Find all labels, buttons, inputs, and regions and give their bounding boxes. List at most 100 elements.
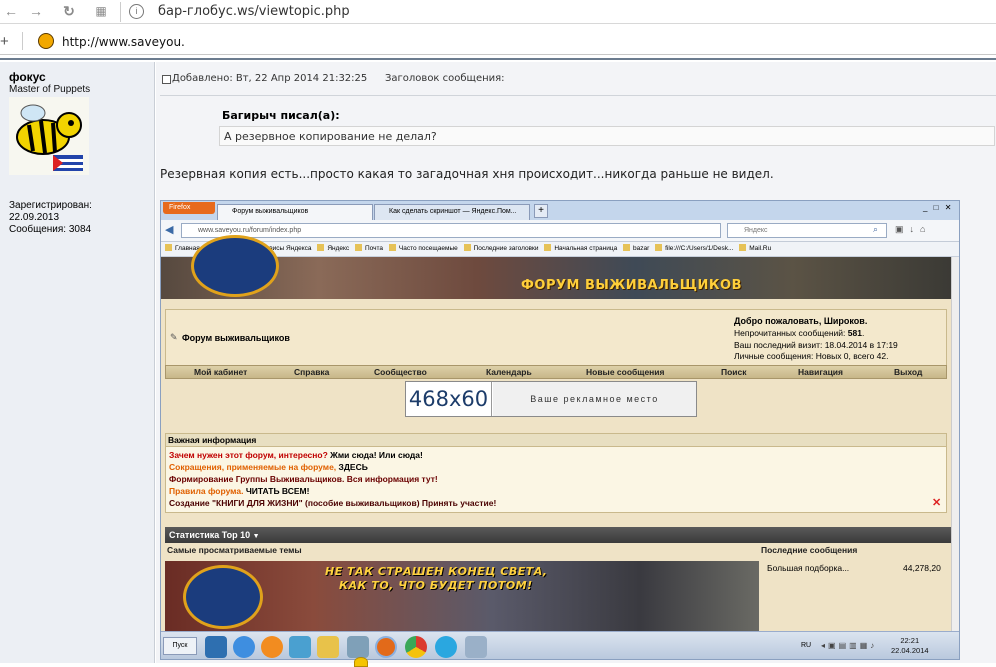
forum-banner: ФОРУМ ВЫЖИВАЛЬЩИКОВ xyxy=(161,235,951,299)
stats-banner-image: НЕ ТАК СТРАШЕН КОНЕЦ СВЕТА, КАК ТО, ЧТО … xyxy=(165,561,759,631)
info-line[interactable]: Зачем нужен этот форум, интересно? Жми с… xyxy=(169,450,423,460)
forum-name[interactable]: Форум выживальщиков xyxy=(182,333,290,343)
chevron-down-icon[interactable]: ▼ xyxy=(253,533,260,540)
media-player-icon[interactable] xyxy=(261,636,283,658)
new-tab-icon[interactable]: + xyxy=(534,204,548,218)
clock[interactable]: 22:21 22.04.2014 xyxy=(891,636,929,656)
last-visit-time: 17:19 xyxy=(876,340,898,350)
unread-line: Непрочитанных сообщений: 581. xyxy=(734,328,865,338)
tab-forum[interactable]: Форум выживальщиков xyxy=(217,204,373,220)
info-line[interactable]: Формирование Группы Выживальщиков. Вся и… xyxy=(169,474,438,484)
language-indicator[interactable]: RU xyxy=(801,642,811,649)
divider xyxy=(0,58,996,60)
divider xyxy=(120,2,121,22)
paint-icon[interactable] xyxy=(465,636,487,658)
back-arrow-icon[interactable]: ◀ xyxy=(165,223,173,236)
forum-menu: Мой кабинет Справка Сообщество Календарь… xyxy=(165,365,947,379)
bookmark-item[interactable]: Начальная страница xyxy=(544,242,617,256)
info-line[interactable]: Создание "КНИГИ ДЛЯ ЖИЗНИ" (пособие выжи… xyxy=(169,498,496,508)
stats-banner-text: НЕ ТАК СТРАШЕН КОНЕЦ СВЕТА, КАК ТО, ЧТО … xyxy=(325,565,548,592)
toolbar-icons[interactable]: ▣↓⌂ xyxy=(895,224,931,235)
address-text: бар-глобус.ws/viewtopic.php xyxy=(158,4,350,19)
last-visit-line: Ваш последний визит: 18.04.2014 в 17:19 xyxy=(734,340,898,350)
bookmark-item[interactable]: Последние заголовки xyxy=(464,242,539,256)
stats-title: Статистика Top 10 xyxy=(169,530,251,540)
app-icon[interactable] xyxy=(289,636,311,658)
subject-label: Заголовок сообщения: xyxy=(385,73,505,84)
bookmark-item[interactable]: Почта xyxy=(355,242,383,256)
forum-banner-title: ФОРУМ ВЫЖИВАЛЬЩИКОВ xyxy=(521,278,743,293)
menu-search[interactable]: Поиск xyxy=(721,367,747,377)
tray-icons[interactable]: ◂▣▤▥▦♪ xyxy=(821,641,877,650)
menu-community[interactable]: Сообщество xyxy=(374,367,427,377)
page-info-icon[interactable]: i xyxy=(129,4,144,19)
info-line[interactable]: Правила форума. ЧИТАТЬ ВСЕМ! xyxy=(169,486,309,496)
forward-arrow-icon[interactable]: → xyxy=(27,2,45,20)
personal-messages[interactable]: Личные сообщения: Новых 0, всего 42. xyxy=(734,351,888,361)
unread-count[interactable]: 581 xyxy=(848,328,862,338)
info-line[interactable]: Сокращения, применяемые на форуме, ЗДЕСЬ xyxy=(169,462,368,472)
quote-text: А резервное копирование не делал? xyxy=(224,130,437,143)
explorer-icon[interactable] xyxy=(205,636,227,658)
bookmark-item[interactable]: Часто посещаемые xyxy=(389,242,458,256)
divider xyxy=(160,95,996,96)
reload-icon[interactable]: ↻ xyxy=(60,2,78,20)
menu-navigation[interactable]: Навигация xyxy=(798,367,843,377)
registered-date: 22.09.2013 xyxy=(9,212,60,223)
windows-taskbar: Пуск RU ◂▣▤▥▦♪ 22:21 22.04.2014 xyxy=(161,631,959,659)
alien-icon[interactable] xyxy=(347,636,369,658)
author-name[interactable]: фокус xyxy=(9,70,46,84)
menu-help[interactable]: Справка xyxy=(294,367,329,377)
message-count: Сообщения: 3084 xyxy=(9,224,92,235)
ie-icon[interactable] xyxy=(233,636,255,658)
pencil-icon: ✎ xyxy=(170,332,178,342)
search-icon[interactable]: ⌕ xyxy=(873,224,878,235)
folder-icon[interactable] xyxy=(317,636,339,658)
tab-yandex-help[interactable]: Как сделать скриншот — Яндекс.Пом... xyxy=(374,204,530,220)
post-date: Добавлено: Вт, 22 Апр 2014 21:32:25 xyxy=(172,73,368,84)
back-arrow-icon[interactable]: ← xyxy=(2,2,20,20)
bookmark-item[interactable]: bazar xyxy=(623,242,649,256)
stats-columns: Самые просматриваемые темы Последние соо… xyxy=(165,544,951,558)
add-icon[interactable]: + xyxy=(0,33,9,50)
bookmark-link[interactable]: http://www.saveyou. xyxy=(62,35,185,49)
firefox-icon[interactable] xyxy=(375,636,397,658)
latest-post-item[interactable]: Большая подборка... xyxy=(767,563,849,573)
post-icon xyxy=(162,75,171,84)
menu-calendar[interactable]: Календарь xyxy=(486,367,532,377)
site-favicon-icon xyxy=(38,33,54,49)
forum-header: ✎ Форум выживальщиков Добро пожаловать, … xyxy=(165,309,947,367)
menu-new-posts[interactable]: Новые сообщения xyxy=(586,367,664,377)
start-button[interactable]: Пуск xyxy=(163,637,197,655)
bookmark-item[interactable]: Mail.Ru xyxy=(739,242,771,256)
menu-logout[interactable]: Выход xyxy=(894,367,922,377)
menu-my-cabinet[interactable]: Мой кабинет xyxy=(194,367,247,377)
window-controls-icon[interactable]: _ □ ✕ xyxy=(923,203,953,212)
inner-bookmark-bar: Главная страница Я... Сервисы Яндекса Ян… xyxy=(161,242,959,257)
inner-search-input[interactable]: Яндекс xyxy=(727,223,887,238)
stats-header: Статистика Top 10 ▼ xyxy=(165,527,951,543)
apps-grid-icon[interactable]: ▦ xyxy=(92,2,110,20)
most-viewed-label[interactable]: Самые просматриваемые темы xyxy=(167,545,302,555)
smiley-icon xyxy=(354,657,368,667)
firefox-menu-button[interactable]: Firefox xyxy=(163,202,215,214)
bookmark-item[interactable]: Яндекс xyxy=(317,242,349,256)
scrollbar[interactable] xyxy=(951,257,959,631)
post-body: Резервная копия есть...просто какая то з… xyxy=(160,167,774,181)
attached-screenshot: Firefox Форум выживальщиков Как сделать … xyxy=(160,200,960,660)
divider xyxy=(22,32,23,50)
ad-banner[interactable]: 468x60 Ваше рекламное место xyxy=(405,381,697,417)
skype-icon[interactable] xyxy=(435,636,457,658)
latest-posts-label: Последние сообщения xyxy=(761,545,858,555)
forum-logo xyxy=(191,235,279,297)
last-visit-label: Ваш последний визит: 18.04.2014 в xyxy=(734,340,875,350)
important-info-box: Важная информация Зачем нужен этот форум… xyxy=(165,433,947,513)
close-icon[interactable]: ✕ xyxy=(932,496,941,509)
chrome-icon[interactable] xyxy=(405,636,427,658)
latest-post-views: 44,278,20 xyxy=(903,563,941,573)
bookmark-item[interactable]: file:///C:/Users/1/Desk... xyxy=(655,242,733,256)
inner-address-bar[interactable]: www.saveyou.ru/forum/index.php xyxy=(181,223,721,238)
important-info-title: Важная информация xyxy=(166,434,946,447)
welcome-text: Добро пожаловать, Широков. xyxy=(734,316,868,326)
ad-text: Ваше рекламное место xyxy=(493,382,696,416)
